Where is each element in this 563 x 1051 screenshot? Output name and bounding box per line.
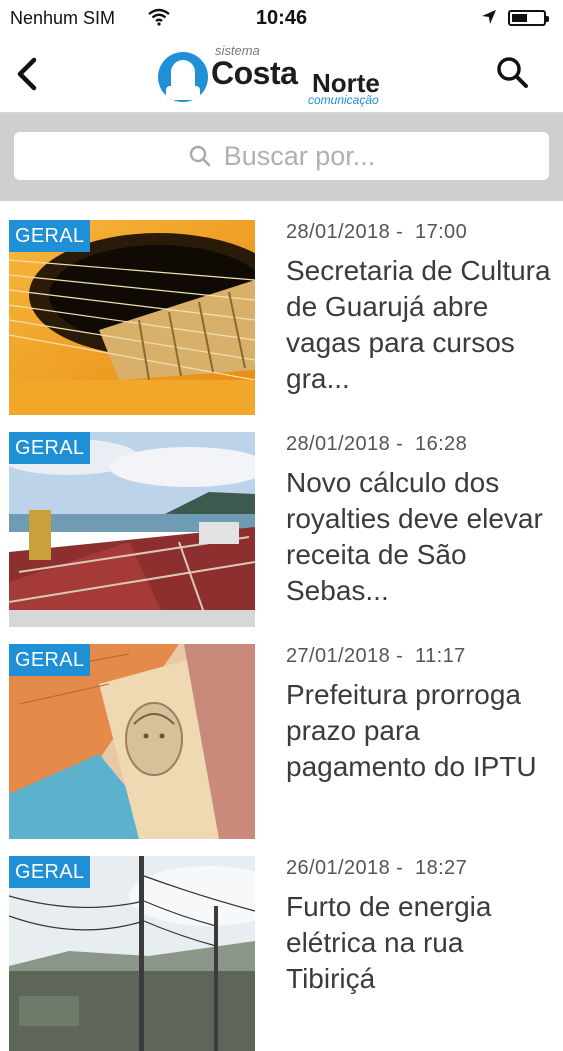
search-placeholder: Buscar por... — [223, 140, 376, 171]
category-badge: GERAL — [9, 432, 91, 464]
news-title[interactable]: Furto de energia elétrica na rua Tibiriç… — [286, 889, 556, 997]
status-bar: Nenhum SIM 10:46 — [0, 0, 563, 38]
news-time: 16:28 — [415, 433, 468, 455]
category-badge: GERAL — [9, 856, 91, 888]
news-date: 28/01/2018 — [286, 433, 391, 455]
news-title[interactable]: Secretaria de Cultura de Guarujá abre va… — [286, 253, 556, 397]
logo-emblem-icon — [158, 52, 208, 102]
search-icon — [189, 145, 211, 167]
news-item[interactable]: GERAL 26/01/2018 - 18:27 Furto de energi… — [0, 837, 563, 1051]
clock: 10:46 — [255, 7, 308, 29]
news-thumbnail[interactable]: GERAL — [9, 644, 255, 839]
news-time: 11:17 — [415, 645, 466, 667]
news-date: 27/01/2018 — [286, 645, 391, 667]
battery-icon — [508, 10, 549, 26]
news-time: 18:27 — [415, 857, 468, 879]
news-item[interactable]: GERAL 28/01/2018 - 16:28 Novo cálculo do… — [0, 413, 563, 627]
news-list: GERAL 28/01/2018 - 17:00 Secretaria de C… — [0, 201, 563, 1051]
news-date: 28/01/2018 — [286, 221, 391, 243]
news-timestamp: 28/01/2018 - 16:28 — [286, 433, 468, 455]
news-timestamp: 26/01/2018 - 18:27 — [286, 857, 468, 879]
logo-comunicacao-text: comunicação — [308, 93, 379, 107]
news-item[interactable]: GERAL 28/01/2018 - 17:00 Secretaria de C… — [0, 201, 563, 415]
logo-costa-text: Costa — [211, 55, 298, 91]
news-timestamp: 27/01/2018 - 11:17 — [286, 645, 466, 667]
search-input[interactable]: Buscar por... — [14, 132, 549, 180]
news-timestamp: 28/01/2018 - 17:00 — [286, 221, 468, 243]
category-badge: GERAL — [9, 644, 91, 676]
back-button[interactable] — [10, 52, 46, 96]
search-icon — [497, 57, 528, 88]
news-date: 26/01/2018 — [286, 857, 391, 879]
news-time: 17:00 — [415, 221, 468, 243]
search-button[interactable] — [494, 54, 532, 92]
news-item[interactable]: GERAL 27/01/2018 - 11:17 Prefeitura pror… — [0, 625, 563, 839]
location-arrow-icon — [481, 9, 497, 30]
news-title[interactable]: Novo cálculo dos royalties deve elevar r… — [286, 465, 556, 609]
chevron-left-icon — [17, 57, 37, 91]
category-badge: GERAL — [9, 220, 91, 252]
news-thumbnail[interactable]: GERAL — [9, 220, 255, 415]
navigation-bar: sistema Costa Norte comunicação — [0, 38, 563, 113]
news-thumbnail[interactable]: GERAL — [9, 856, 255, 1051]
search-bar-container: Buscar por... — [0, 113, 563, 201]
news-title[interactable]: Prefeitura prorroga prazo para pagamento… — [286, 677, 556, 785]
brand-logo: sistema Costa Norte comunicação — [158, 42, 408, 108]
news-thumbnail[interactable]: GERAL — [9, 432, 255, 627]
